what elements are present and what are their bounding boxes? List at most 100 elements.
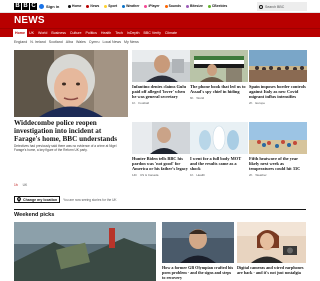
location-notice: Change my location You are now seeing st… bbox=[14, 196, 117, 203]
search-icon bbox=[259, 4, 263, 9]
top-nav-label: Bitesize bbox=[190, 4, 203, 8]
lead-story-section[interactable]: UK bbox=[23, 183, 28, 187]
home-icon bbox=[68, 5, 71, 8]
news-nav-home[interactable]: Home bbox=[13, 29, 27, 37]
portrait-photo bbox=[14, 50, 128, 117]
story-card[interactable]: Fifth heatwave of the year likely next w… bbox=[249, 122, 307, 177]
lead-story-time: 1h bbox=[14, 183, 18, 187]
news-nav-climate[interactable]: Climate bbox=[163, 29, 179, 37]
news-header: NEWS bbox=[0, 13, 320, 28]
top-nav-bitesize[interactable]: Bitesize bbox=[186, 3, 203, 10]
news-title[interactable]: NEWS bbox=[14, 15, 45, 26]
story-card[interactable]: Spain imposes border controls against It… bbox=[249, 50, 307, 105]
sport-icon bbox=[104, 5, 108, 8]
sub-nav-england[interactable]: England bbox=[14, 39, 27, 46]
weekend-pick-image[interactable] bbox=[162, 222, 234, 263]
story-card[interactable]: I went for a full body MOT and the resul… bbox=[190, 122, 248, 177]
news-nav-business[interactable]: Business bbox=[49, 29, 68, 37]
story-section[interactable]: US & Canada bbox=[140, 173, 158, 177]
story-meta: 2h Europe bbox=[249, 101, 307, 105]
sounds-icon bbox=[164, 5, 168, 8]
location-pin-icon bbox=[17, 197, 21, 202]
story-section[interactable]: World bbox=[196, 96, 204, 100]
sub-nav-scotland[interactable]: Scotland bbox=[49, 39, 63, 46]
weekend-pick-image[interactable] bbox=[237, 222, 306, 263]
top-nav-label: Weather bbox=[126, 4, 140, 8]
sub-nav-alba[interactable]: Alba bbox=[66, 39, 73, 46]
top-nav-home[interactable]: Home bbox=[68, 3, 81, 10]
story-title[interactable]: Fifth heatwave of the year likely next w… bbox=[249, 156, 307, 171]
news-nav-politics[interactable]: Politics bbox=[84, 29, 99, 37]
story-meta: 2h Weather bbox=[249, 173, 307, 177]
story-meta: 6h World bbox=[190, 96, 248, 100]
search-input[interactable]: Search BBC bbox=[257, 2, 307, 11]
story-thumbnail bbox=[132, 122, 190, 154]
iplayer-icon bbox=[144, 5, 148, 8]
user-icon bbox=[39, 4, 44, 9]
sub-nav-wales[interactable]: Wales bbox=[76, 39, 86, 46]
news-nav-bbc-verify[interactable]: BBC Verify bbox=[141, 29, 162, 37]
story-meta: 1h Health bbox=[190, 173, 248, 177]
sub-nav-my-news[interactable]: My News bbox=[124, 39, 139, 46]
bbc-logo[interactable]: B B C bbox=[14, 3, 37, 10]
story-title[interactable]: Hunter Biden tells BBC his pardon was 'n… bbox=[132, 156, 190, 171]
change-location-button[interactable]: Change my location bbox=[14, 196, 61, 203]
top-nav-sport[interactable]: Sport bbox=[104, 3, 117, 10]
story-thumbnail bbox=[132, 50, 190, 82]
story-time: 1h bbox=[190, 173, 194, 177]
top-nav: Home News Sport Weather iPlayer Sounds B… bbox=[68, 3, 227, 10]
sign-in-link[interactable]: Sign in bbox=[39, 3, 59, 10]
top-nav-iplayer[interactable]: iPlayer bbox=[144, 3, 160, 10]
top-nav-label: News bbox=[90, 4, 100, 8]
story-time: 14h bbox=[132, 173, 138, 177]
story-time: 2h bbox=[249, 101, 253, 105]
news-nav-indepth[interactable]: InDepth bbox=[125, 29, 142, 37]
news-nav-world[interactable]: World bbox=[36, 29, 49, 37]
story-card[interactable]: The phone book that led us to Assad's sp… bbox=[190, 50, 248, 100]
logo-letter: B bbox=[14, 3, 21, 10]
news-nav: Home UK World Business Culture Politics … bbox=[0, 28, 320, 37]
news-nav-health[interactable]: Health bbox=[99, 29, 113, 37]
top-nav-label: iPlayer bbox=[148, 4, 160, 8]
top-nav-cbeebies[interactable]: CBeebies bbox=[207, 3, 228, 10]
lead-story-image[interactable] bbox=[14, 50, 128, 117]
sub-nav-n-ireland[interactable]: N. Ireland bbox=[30, 39, 46, 46]
story-title[interactable]: I went for a full body MOT and the resul… bbox=[190, 156, 248, 171]
weekend-picks-heading: Weekend picks bbox=[14, 212, 55, 218]
story-thumbnail bbox=[190, 50, 248, 82]
story-section[interactable]: Europe bbox=[255, 101, 265, 105]
story-section[interactable]: Football bbox=[138, 101, 149, 105]
weekend-pick-title[interactable]: How a former GB Olympian crafted his por… bbox=[162, 265, 234, 280]
top-nav-sounds[interactable]: Sounds bbox=[164, 3, 182, 10]
story-thumbnail bbox=[190, 122, 248, 154]
lead-story-title[interactable]: Widdecombe police reopen investigation i… bbox=[14, 119, 126, 143]
weekend-pick-title[interactable]: Digital cameras and wired earphones are … bbox=[237, 265, 306, 275]
story-meta: 1h Football bbox=[132, 101, 190, 105]
story-title[interactable]: Infantino denies claims Gulu paid off al… bbox=[132, 84, 190, 99]
story-card[interactable]: Hunter Biden tells BBC his pardon was 'n… bbox=[132, 122, 190, 177]
search-placeholder: Search BBC bbox=[265, 4, 285, 9]
story-time: 6h bbox=[190, 96, 194, 100]
top-nav-label: Home bbox=[72, 4, 82, 8]
top-nav-label: Sounds bbox=[168, 4, 182, 8]
change-location-label: Change my location bbox=[23, 197, 58, 202]
story-title[interactable]: Spain imposes border controls against It… bbox=[249, 84, 307, 99]
news-nav-uk[interactable]: UK bbox=[27, 29, 36, 37]
sub-nav-cymru[interactable]: Cymru bbox=[89, 39, 100, 46]
top-nav-label: CBeebies bbox=[211, 4, 228, 8]
news-nav-culture[interactable]: Culture bbox=[68, 29, 84, 37]
top-nav-weather[interactable]: Weather bbox=[122, 3, 139, 10]
top-nav-news[interactable]: News bbox=[86, 3, 99, 10]
story-meta: 14h US & Canada bbox=[132, 173, 190, 177]
story-title[interactable]: The phone book that led us to Assad's sp… bbox=[190, 84, 248, 94]
section-divider bbox=[14, 209, 306, 210]
weekend-pick-image[interactable] bbox=[14, 222, 156, 281]
news-nav-tech[interactable]: Tech bbox=[113, 29, 125, 37]
sub-nav: England N. Ireland Scotland Alba Wales C… bbox=[14, 39, 139, 46]
story-section[interactable]: Health bbox=[196, 173, 205, 177]
sub-nav-local-news[interactable]: Local News bbox=[102, 39, 121, 46]
story-section[interactable]: Weather bbox=[255, 173, 266, 177]
top-bar: B B C Sign in Home News Sport Weather iP… bbox=[0, 0, 320, 13]
story-card[interactable]: Infantino denies claims Gulu paid off al… bbox=[132, 50, 190, 105]
top-nav-label: Sport bbox=[108, 4, 118, 8]
